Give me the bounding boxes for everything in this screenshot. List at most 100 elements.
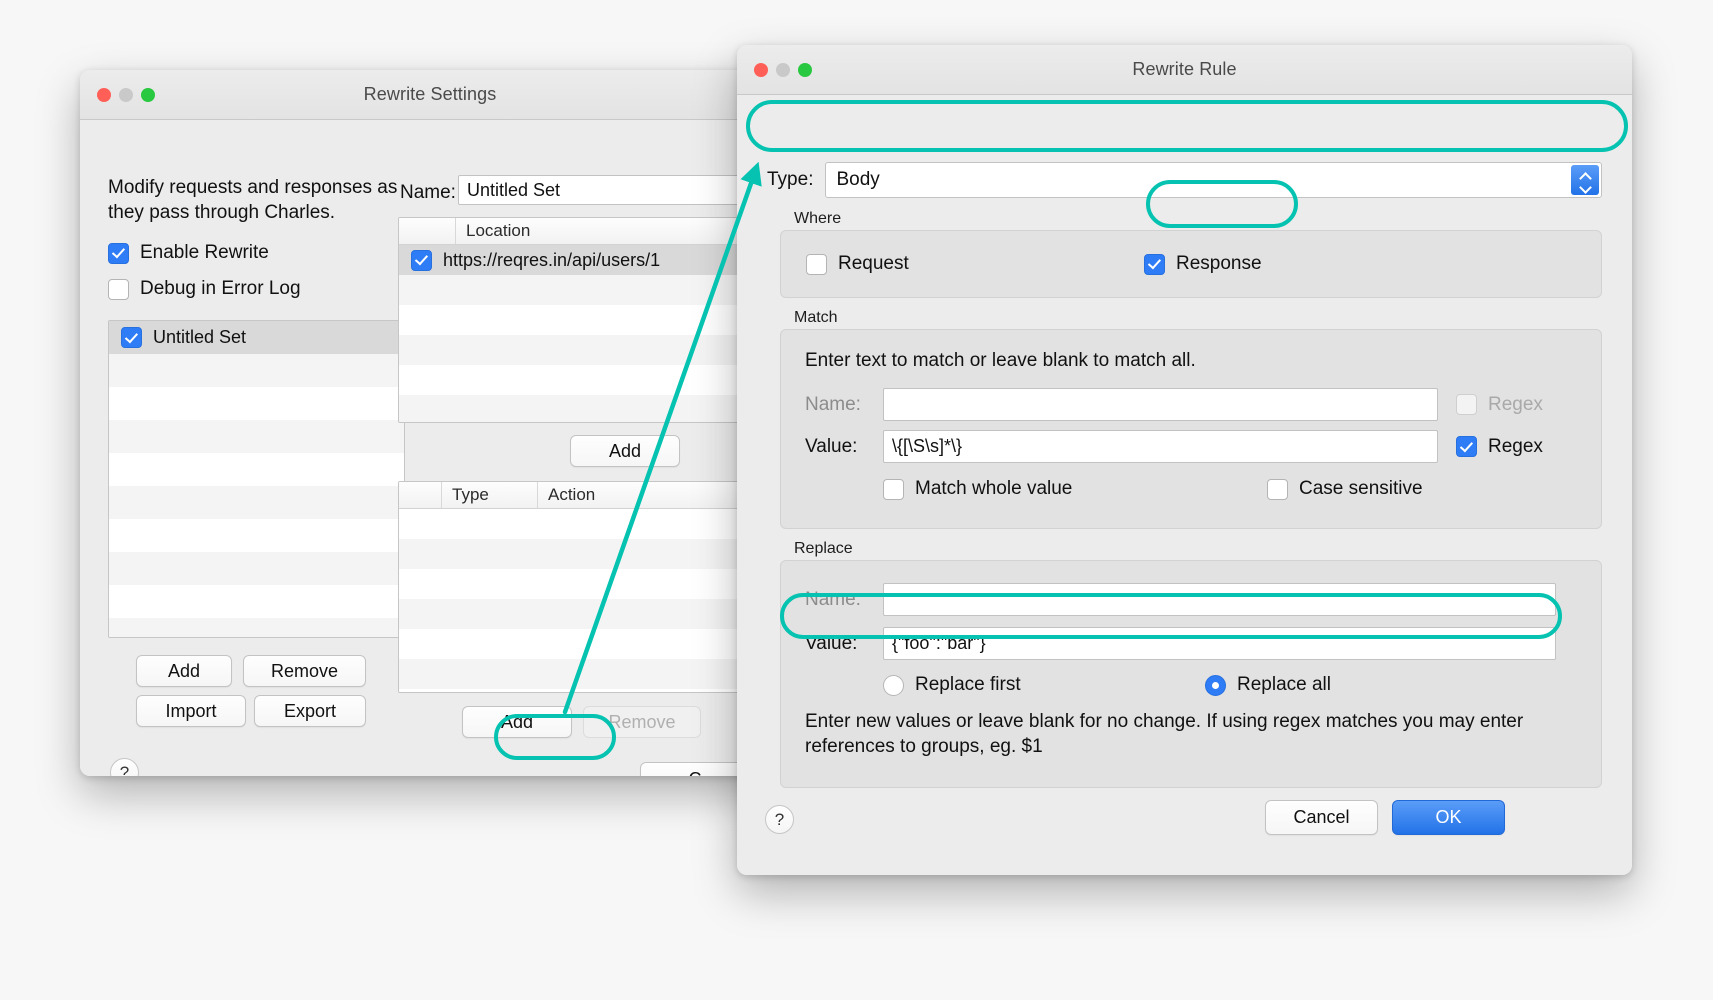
list-item[interactable] [109, 420, 404, 453]
table-row[interactable] [399, 569, 757, 599]
table-row[interactable] [399, 395, 757, 422]
location-enabled-checkbox[interactable] [411, 249, 432, 271]
import-button[interactable]: Import [136, 695, 246, 727]
list-item[interactable] [109, 618, 404, 637]
match-name-regex-label: Regex [1488, 393, 1543, 415]
list-item[interactable] [109, 585, 404, 618]
type-select[interactable]: Body [825, 162, 1602, 198]
match-whole-value-checkbox[interactable] [883, 478, 904, 500]
list-item[interactable] [109, 387, 404, 420]
replace-name-input[interactable] [883, 583, 1556, 616]
replace-first-radio-row[interactable]: Replace first [883, 674, 1021, 696]
list-item[interactable]: Untitled Set [109, 321, 404, 354]
location-column-header: Location [455, 218, 757, 244]
case-sensitive-label: Case sensitive [1299, 478, 1423, 499]
minimize-button-icon[interactable] [776, 62, 790, 77]
close-button-icon[interactable] [754, 62, 768, 77]
zoom-button-icon[interactable] [798, 62, 812, 77]
request-label: Request [838, 253, 909, 274]
table-row[interactable] [399, 335, 757, 365]
set-name-input[interactable]: Untitled Set [458, 175, 758, 205]
replace-all-radio-row[interactable]: Replace all [1205, 674, 1331, 696]
settings-titlebar: Rewrite Settings [80, 70, 780, 120]
response-checkbox[interactable] [1144, 253, 1165, 275]
settings-close-button[interactable]: C [640, 762, 750, 776]
ok-button[interactable]: OK [1392, 800, 1505, 835]
replace-all-radio[interactable] [1205, 674, 1226, 696]
debug-error-log-checkbox-row[interactable]: Debug in Error Log [108, 278, 301, 300]
case-sensitive-checkbox[interactable] [1267, 478, 1288, 500]
list-item[interactable] [109, 519, 404, 552]
enable-rewrite-label: Enable Rewrite [140, 242, 269, 263]
table-row[interactable] [399, 599, 757, 629]
replace-value-row: Value: {"foo":"bar"} [805, 627, 1581, 660]
where-group: Request Response [780, 230, 1602, 298]
list-item[interactable] [109, 354, 404, 387]
type-row: Type: Body [767, 162, 1602, 198]
request-checkbox-row[interactable]: Request [806, 253, 909, 275]
table-row[interactable] [399, 305, 757, 335]
debug-error-log-label: Debug in Error Log [140, 278, 301, 299]
replace-group: Name: Value: {"foo":"bar"} Replace first… [780, 560, 1602, 788]
table-row[interactable] [399, 659, 757, 689]
match-value-input[interactable]: \{[\S\s]*\} [883, 430, 1438, 463]
close-button-icon[interactable] [97, 87, 111, 102]
table-row[interactable] [399, 629, 757, 659]
replace-first-label: Replace first [915, 674, 1021, 695]
action-check-column [399, 482, 441, 508]
screenshot-root: Rewrite Settings Modify requests and res… [0, 0, 1713, 1000]
rule-body: Type: Body Where Request Response Match … [737, 95, 1632, 875]
match-value-regex-label: Regex [1488, 435, 1543, 457]
request-checkbox[interactable] [806, 253, 827, 275]
location-value: https://reqres.in/api/users/1 [443, 249, 661, 270]
enable-rewrite-checkbox-row[interactable]: Enable Rewrite [108, 242, 269, 264]
settings-body: Modify requests and responses as they pa… [80, 120, 780, 776]
add-action-button[interactable]: Add [462, 706, 572, 738]
remove-set-button[interactable]: Remove [243, 655, 366, 687]
match-group: Enter text to match or leave blank to ma… [780, 329, 1602, 529]
chevron-up-icon [1580, 173, 1591, 179]
debug-error-log-checkbox[interactable] [108, 278, 129, 300]
match-value-row: Value: \{[\S\s]*\} Regex [805, 430, 1581, 463]
cancel-button[interactable]: Cancel [1265, 800, 1378, 835]
match-name-regex-checkbox [1456, 394, 1477, 415]
table-row[interactable] [399, 275, 757, 305]
rewrite-set-list[interactable]: Untitled Set [108, 320, 405, 638]
list-item[interactable] [109, 453, 404, 486]
settings-traffic-lights [97, 87, 155, 102]
set-enabled-checkbox[interactable] [121, 327, 142, 348]
location-table[interactable]: Location https://reqres.in/api/users/1 [398, 217, 758, 423]
list-item[interactable] [109, 486, 404, 519]
table-row[interactable]: https://reqres.in/api/users/1 [399, 245, 757, 275]
add-location-button[interactable]: Add [570, 435, 680, 467]
table-row[interactable] [399, 539, 757, 569]
replace-hint: Enter new values or leave blank for no c… [805, 711, 1524, 758]
match-name-row: Name: Regex [805, 388, 1581, 421]
case-sensitive-row[interactable]: Case sensitive [1267, 478, 1423, 500]
rule-help-button[interactable]: ? [765, 805, 794, 834]
match-name-label: Name: [805, 393, 861, 415]
zoom-button-icon[interactable] [141, 87, 155, 102]
match-value-regex-checkbox[interactable] [1456, 436, 1477, 457]
set-name-label: Untitled Set [153, 327, 247, 347]
replace-value-input[interactable]: {"foo":"bar"} [883, 627, 1556, 660]
replace-first-radio[interactable] [883, 674, 904, 696]
response-checkbox-row[interactable]: Response [1144, 253, 1262, 275]
chevron-up-down-icon[interactable] [1571, 165, 1599, 195]
action-table[interactable]: Type Action [398, 481, 758, 693]
rewrite-rule-dialog: Rewrite Rule Type: Body Where Request Re… [737, 45, 1632, 875]
replace-group-title: Replace [794, 540, 853, 557]
enable-rewrite-checkbox[interactable] [108, 242, 129, 264]
match-name-input[interactable] [883, 388, 1438, 421]
export-button[interactable]: Export [254, 695, 366, 727]
remove-action-button: Remove [583, 706, 701, 738]
minimize-button-icon[interactable] [119, 87, 133, 102]
add-set-button[interactable]: Add [136, 655, 232, 687]
list-item[interactable] [109, 552, 404, 585]
table-row[interactable] [399, 365, 757, 395]
match-whole-value-row[interactable]: Match whole value [883, 478, 1072, 500]
table-row[interactable] [399, 509, 757, 539]
help-button[interactable]: ? [110, 758, 139, 776]
set-name-field-label: Name: [400, 182, 456, 203]
replace-all-label: Replace all [1237, 674, 1331, 695]
